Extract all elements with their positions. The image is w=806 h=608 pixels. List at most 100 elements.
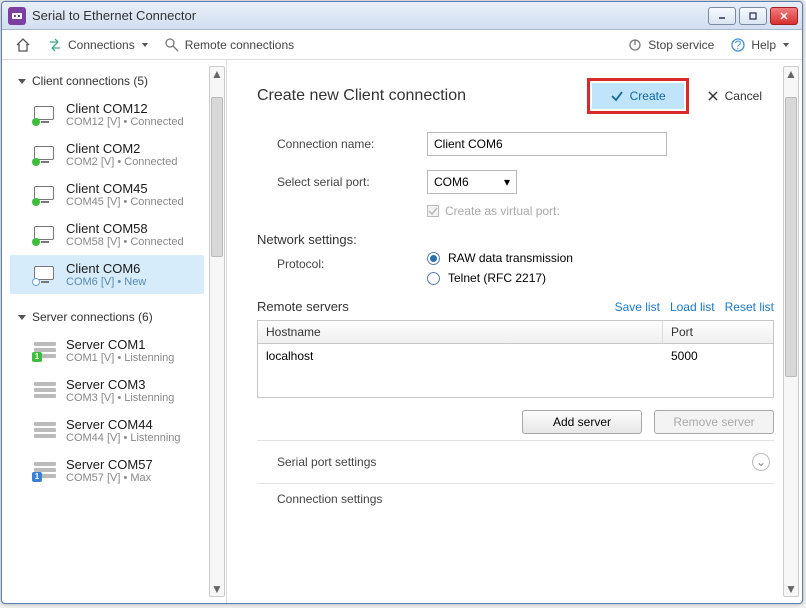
remote-servers-table: Hostname Port localhost 5000 [257, 320, 774, 398]
create-virtual-port-checkbox: Create as virtual port: [427, 204, 774, 218]
protocol-telnet-radio[interactable] [427, 272, 440, 285]
check-icon [610, 89, 624, 103]
maximize-button[interactable] [739, 7, 767, 25]
help-label: Help [751, 38, 776, 52]
server-header-label: Server connections (6) [32, 310, 153, 324]
client-icon [34, 146, 56, 164]
sidebar-server-item[interactable]: Server COM3COM3 [V] • Listenning [10, 371, 204, 410]
stop-label: Stop service [648, 38, 714, 52]
search-icon [164, 37, 180, 53]
sidebar-client-item[interactable]: Client COM12COM12 [V] • Connected [10, 95, 204, 134]
connection-name-label: Connection name: [277, 137, 427, 151]
th-hostname[interactable]: Hostname [258, 321, 663, 343]
client-icon [34, 106, 56, 124]
protocol-raw-radio[interactable] [427, 252, 440, 265]
serial-port-select[interactable]: COM6 ▾ [427, 170, 517, 194]
serial-port-settings-expander[interactable]: Serial port settings ⌄ [257, 440, 774, 479]
conn-name: Server COM44 [66, 417, 181, 432]
dropdown-caret-icon [783, 43, 789, 47]
serial-port-label: Select serial port: [277, 175, 427, 189]
cancel-button[interactable]: Cancel [695, 83, 774, 109]
load-list-link[interactable]: Load list [670, 300, 715, 314]
remote-servers-title: Remote servers [257, 299, 605, 314]
conn-status: COM44 [V] • Listenning [66, 432, 181, 444]
client-icon [34, 266, 56, 284]
sidebar-server-item[interactable]: Server COM44COM44 [V] • Listenning [10, 411, 204, 450]
server-icon [34, 382, 56, 400]
cell-hostname: localhost [258, 347, 663, 365]
scroll-thumb[interactable] [211, 97, 223, 257]
add-server-button[interactable]: Add server [522, 410, 642, 434]
chevron-down-icon: ▾ [504, 175, 510, 189]
help-menu[interactable]: ? Help [725, 34, 794, 56]
chevron-down-icon [18, 79, 26, 84]
reset-list-link[interactable]: Reset list [725, 300, 774, 314]
connections-label: Connections [68, 38, 135, 52]
home-button[interactable] [10, 34, 36, 56]
conn-name: Server COM57 [66, 457, 153, 472]
create-button[interactable]: Create [592, 83, 684, 109]
conn-name: Server COM3 [66, 377, 174, 392]
sidebar-client-item[interactable]: Client COM58COM58 [V] • Connected [10, 215, 204, 254]
sidebar: Client connections (5) Client COM12COM12… [2, 60, 227, 603]
svg-text:?: ? [735, 38, 742, 52]
serial-port-value: COM6 [434, 175, 469, 189]
page-title: Create new Client connection [257, 87, 587, 105]
conn-status: COM12 [V] • Connected [66, 116, 184, 128]
sidebar-client-item[interactable]: Client COM2COM2 [V] • Connected [10, 135, 204, 174]
th-port[interactable]: Port [663, 321, 773, 343]
server-icon: 1 [34, 342, 56, 360]
chevron-down-icon: ⌄ [752, 453, 770, 471]
protocol-raw-label: RAW data transmission [448, 251, 573, 265]
network-settings-title: Network settings: [257, 232, 774, 247]
connection-settings-expander[interactable]: Connection settings [257, 483, 774, 506]
protocol-label: Protocol: [277, 257, 427, 271]
app-window: Serial to Ethernet Connector Connections… [1, 1, 803, 604]
conn-status: COM1 [V] • Listenning [66, 352, 174, 364]
checkbox-icon [427, 205, 439, 217]
create-label: Create [630, 89, 666, 103]
app-icon [8, 7, 26, 25]
cell-port: 5000 [663, 347, 773, 365]
client-icon [34, 226, 56, 244]
conn-status: COM6 [V] • New [66, 276, 146, 288]
conn-name: Client COM6 [66, 261, 146, 276]
connections-menu[interactable]: Connections [42, 34, 153, 56]
sidebar-server-item[interactable]: 1 Server COM57COM57 [V] • Max [10, 451, 204, 490]
sidebar-client-item-selected[interactable]: Client COM6COM6 [V] • New [10, 255, 204, 294]
close-button[interactable] [770, 7, 798, 25]
minimize-button[interactable] [708, 7, 736, 25]
server-icon: 1 [34, 462, 56, 480]
power-icon [627, 37, 643, 53]
client-connections-header[interactable]: Client connections (5) [8, 68, 222, 94]
remote-connections-button[interactable]: Remote connections [159, 34, 299, 56]
scroll-up-icon[interactable]: ▲ [210, 67, 224, 81]
client-header-label: Client connections (5) [32, 74, 148, 88]
remote-label: Remote connections [185, 38, 294, 52]
scroll-up-icon[interactable]: ▲ [784, 67, 798, 81]
scroll-down-icon[interactable]: ▼ [210, 582, 224, 596]
scroll-thumb[interactable] [785, 97, 797, 377]
connection-name-input[interactable] [427, 132, 667, 156]
connection-settings-label: Connection settings [277, 492, 382, 506]
table-row[interactable]: localhost 5000 [258, 344, 773, 368]
window-title: Serial to Ethernet Connector [32, 8, 708, 23]
stop-service-button[interactable]: Stop service [622, 34, 719, 56]
dropdown-caret-icon [142, 43, 148, 47]
main-panel: Create new Client connection Create Canc… [227, 60, 802, 603]
serial-settings-label: Serial port settings [277, 455, 376, 469]
sidebar-server-item[interactable]: 1 Server COM1COM1 [V] • Listenning [10, 331, 204, 370]
title-bar: Serial to Ethernet Connector [2, 2, 802, 30]
server-connections-header[interactable]: Server connections (6) [8, 304, 222, 330]
help-icon: ? [730, 37, 746, 53]
virtual-port-label: Create as virtual port: [445, 204, 560, 218]
create-highlight: Create [587, 78, 689, 114]
conn-status: COM2 [V] • Connected [66, 156, 177, 168]
save-list-link[interactable]: Save list [615, 300, 660, 314]
scroll-down-icon[interactable]: ▼ [784, 582, 798, 596]
chevron-down-icon [18, 315, 26, 320]
sidebar-scrollbar[interactable]: ▲ ▼ [209, 66, 225, 597]
main-scrollbar[interactable]: ▲ ▼ [783, 66, 799, 597]
protocol-telnet-label: Telnet (RFC 2217) [448, 271, 546, 285]
sidebar-client-item[interactable]: Client COM45COM45 [V] • Connected [10, 175, 204, 214]
